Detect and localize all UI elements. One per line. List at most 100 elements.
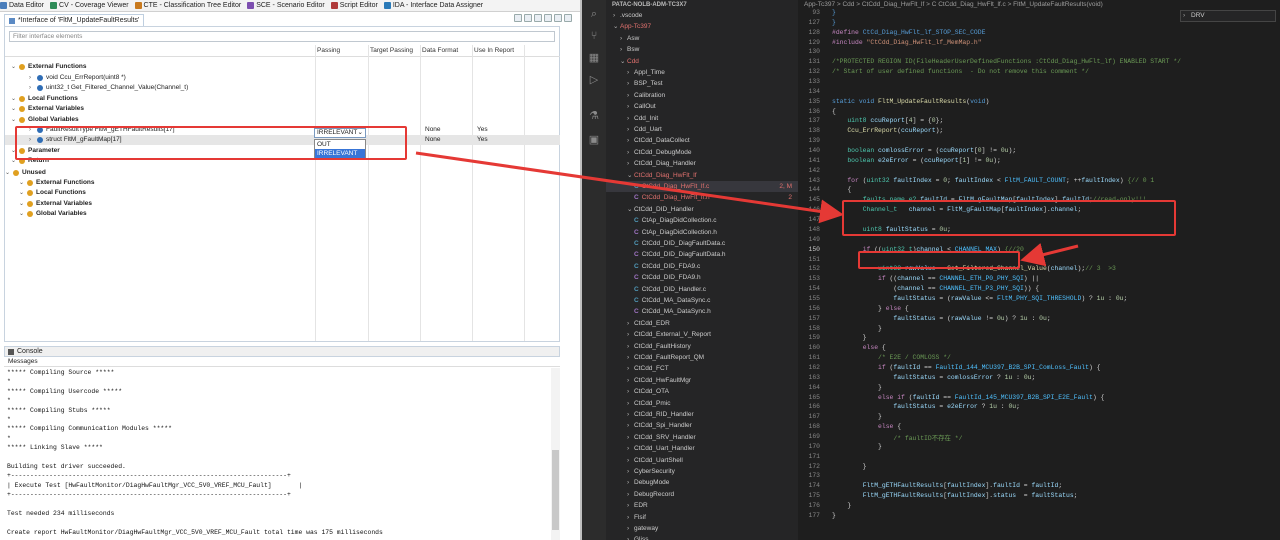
explorer-item[interactable]: C CtCdd_DID_DiagFaultData.c — [634, 238, 798, 249]
remote-icon[interactable]: ▣ — [588, 134, 600, 146]
explorer-item[interactable]: ⌄ CtCdd_Diag_HwFlt_lf — [627, 170, 798, 181]
data-format-cell[interactable]: None — [425, 135, 441, 145]
explorer-item[interactable]: ⌄ CtCdd_DID_Handler — [627, 204, 798, 215]
top-tab[interactable]: Data Editor — [0, 2, 44, 9]
data-format-cell[interactable]: None — [425, 125, 441, 135]
col-data-format[interactable]: Data Format — [422, 47, 458, 54]
explorer-item[interactable]: C CtCdd_MA_DataSync.c — [634, 295, 798, 306]
testing-icon[interactable]: ⚗ — [588, 110, 600, 122]
find-input[interactable]: › DRV — [1180, 10, 1276, 22]
interface-row[interactable]: ⌄ Global Variables — [5, 209, 560, 219]
maximize-icon[interactable] — [564, 14, 572, 22]
console-tab[interactable]: Console — [4, 346, 560, 357]
tree-toggle-icon[interactable]: ⌄ — [11, 104, 16, 114]
search-icon[interactable]: ⌕ — [588, 8, 600, 20]
debug-icon[interactable]: ▷ — [588, 74, 600, 86]
interface-tab[interactable]: *Interface of 'FltM_UpdateFaultResults' — [4, 14, 145, 26]
col-use-in-report[interactable]: Use In Report — [474, 47, 514, 54]
explorer-item[interactable]: › CtCdd_OTA — [627, 386, 798, 397]
explorer-item[interactable]: › Cdd_Uart — [627, 124, 798, 135]
explorer-item[interactable]: › Appl_Time — [627, 67, 798, 78]
explorer-item[interactable]: › CtCdd_UartShell — [627, 455, 798, 466]
top-tab[interactable]: SCE - Scenario Editor — [247, 2, 325, 9]
explorer-item[interactable]: › CyberSecurity — [627, 466, 798, 477]
minimize-icon[interactable] — [554, 14, 562, 22]
explorer-item[interactable]: C CtCdd_DID_FDA9.c — [634, 261, 798, 272]
tree-toggle-icon[interactable]: › — [29, 83, 31, 93]
refresh-icon[interactable] — [534, 14, 542, 22]
explorer-item[interactable]: C CtCdd_Diag_HwFlt_lf.h 2 — [634, 192, 798, 203]
use-in-report-cell[interactable]: Yes — [477, 125, 488, 135]
explorer-item[interactable]: C CtCdd_DID_FDA9.h — [634, 272, 798, 283]
explorer-item[interactable]: › EDR — [627, 500, 798, 511]
collapse-icon[interactable] — [524, 14, 532, 22]
tree-toggle-icon[interactable]: ⌄ — [11, 115, 16, 125]
explorer-item[interactable]: › CtCdd_Diag_Handler — [627, 158, 798, 169]
explorer-item[interactable]: › CtCdd_Spi_Handler — [627, 420, 798, 431]
use-in-report-cell[interactable]: Yes — [477, 135, 488, 145]
expand-icon[interactable] — [514, 14, 522, 22]
tree-toggle-icon[interactable]: ⌄ — [19, 199, 24, 209]
explorer-item[interactable]: › CtCdd_Uart_Handler — [627, 443, 798, 454]
explorer-item[interactable]: C CtCdd_DID_Handler.c — [634, 284, 798, 295]
interface-row[interactable]: ⌄ External Variables — [5, 199, 560, 209]
tree-toggle-icon[interactable]: ⌄ — [11, 94, 16, 104]
explorer-item[interactable]: › CtCdd_SRV_Handler — [627, 432, 798, 443]
top-tab[interactable]: CTE - Classification Tree Editor — [134, 2, 241, 9]
explorer-item[interactable]: › CtCdd_FCT — [627, 363, 798, 374]
interface-row[interactable]: ⌄ Global Variables — [5, 115, 560, 125]
extensions-icon[interactable]: ▦ — [588, 52, 600, 64]
explorer-item[interactable]: C CtCdd_DID_DiagFaultData.h — [634, 249, 798, 260]
explorer-item[interactable]: › gateway — [627, 523, 798, 534]
explorer-item[interactable]: C CtCdd_MA_DataSync.h — [634, 306, 798, 317]
console-scroll-thumb[interactable] — [552, 450, 559, 530]
explorer-item[interactable]: › CtCdd_RID_Handler — [627, 409, 798, 420]
interface-row[interactable]: ⌄ External Functions — [5, 178, 560, 188]
interface-row[interactable]: › uint32_t Get_Filtered_Channel_Value(Cha… — [5, 83, 560, 93]
top-tab[interactable]: CV - Coverage Viewer — [50, 2, 129, 9]
top-tab[interactable]: Script Editor — [330, 2, 378, 9]
explorer-item[interactable]: ⌄ Cdd — [620, 56, 798, 67]
tree-toggle-icon[interactable]: › — [29, 73, 31, 83]
explorer-item[interactable]: › Cdd_Init — [627, 113, 798, 124]
explorer-item[interactable]: › DebugMode — [627, 477, 798, 488]
top-tab[interactable]: IDA - Interface Data Assigner — [383, 2, 483, 9]
tree-toggle-icon[interactable]: ⌄ — [19, 188, 24, 198]
interface-row[interactable]: ⌄ External Variables — [5, 104, 560, 114]
explorer-item[interactable]: › Flsif — [627, 512, 798, 523]
interface-row[interactable]: ⌄ External Functions — [5, 62, 560, 72]
explorer-item[interactable]: › CallOut — [627, 101, 798, 112]
explorer-item[interactable]: › CtCdd_EDR — [627, 318, 798, 329]
interface-row[interactable]: ⌄ Local Functions — [5, 188, 560, 198]
menu-icon[interactable] — [544, 14, 552, 22]
explorer-item[interactable]: › CtCdd_FaultReport_QM — [627, 352, 798, 363]
explorer-item[interactable]: › CtCdd_Pmic — [627, 398, 798, 409]
explorer-item[interactable]: › Bsw — [620, 44, 798, 55]
tree-toggle-icon[interactable]: ⌄ — [5, 168, 10, 178]
explorer-item[interactable]: › CtCdd_HwFaultMgr — [627, 375, 798, 386]
explorer-item[interactable]: › .vscode — [613, 10, 798, 21]
explorer-item[interactable]: › DebugRecord — [627, 489, 798, 500]
tree-toggle-icon[interactable]: ⌄ — [19, 178, 24, 188]
explorer-item[interactable]: › CtCdd_FaultHistory — [627, 341, 798, 352]
interface-row[interactable]: ⌄ Unused — [5, 168, 560, 178]
tree-toggle-icon[interactable]: ⌄ — [11, 62, 16, 72]
explorer-item[interactable]: ⌄ App-Tc397 — [613, 21, 798, 32]
filter-input[interactable]: Filter interface elements — [9, 31, 555, 42]
explorer-item[interactable]: C CtCdd_Diag_HwFlt_lf.c 2, M — [606, 181, 798, 192]
explorer-item[interactable]: C CtAp_DiagDidCollection.h — [634, 227, 798, 238]
explorer-item[interactable]: › Calibration — [627, 90, 798, 101]
explorer-item[interactable]: › BSP_Test — [627, 78, 798, 89]
explorer-item[interactable]: › Gliss — [627, 534, 798, 540]
interface-row[interactable]: ⌄ Local Functions — [5, 94, 560, 104]
source-control-icon[interactable]: ⑂ — [588, 30, 600, 42]
explorer-item[interactable]: C CtAp_DiagDidCollection.c — [634, 215, 798, 226]
explorer-item[interactable]: › CtCdd_External_V_Report — [627, 329, 798, 340]
col-target-passing[interactable]: Target Passing — [370, 47, 413, 54]
interface-row[interactable]: › void Ccu_ErrReport(uint8 *) — [5, 73, 560, 83]
tree-toggle-icon[interactable]: ⌄ — [19, 209, 24, 219]
explorer-item[interactable]: › CtCdd_DataCollect — [627, 135, 798, 146]
explorer-item[interactable]: › CtCdd_DebugMode — [627, 147, 798, 158]
explorer-item[interactable]: › Asw — [620, 33, 798, 44]
col-passing[interactable]: Passing — [317, 47, 340, 54]
